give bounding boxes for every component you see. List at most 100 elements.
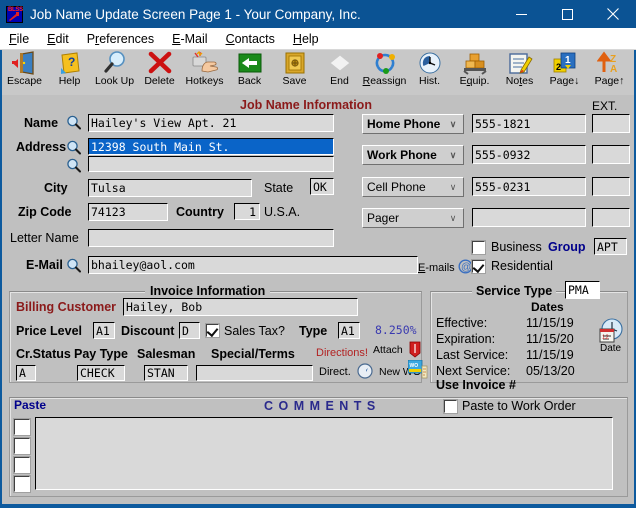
phone-ext-input-3[interactable] [592,208,630,227]
menu-edit[interactable]: Edit [38,32,78,46]
attach-label: Attach [373,344,403,356]
toolbar-button-save[interactable]: Save [272,50,317,95]
city-label: City [44,181,68,195]
salesman-input[interactable]: STAN [144,365,188,381]
work-order-icon[interactable]: WO [408,360,428,380]
menu-email[interactable]: E-Mail [163,32,216,46]
sales-tax-checkbox[interactable] [205,323,220,338]
discount-input[interactable]: D [179,322,200,339]
toolbar-button-hist[interactable]: Hist. [407,50,452,95]
special-terms-label: Special/Terms [211,347,295,361]
menu-file[interactable]: File [0,32,38,46]
toolbar-button-page-down-2[interactable]: A Z Page↓ [632,50,636,95]
phone-number-input-2[interactable]: 555-0231 [472,177,586,196]
toolbar-button-end[interactable]: End [317,50,362,95]
zip-code-input[interactable]: 74123 [88,203,168,221]
phone-ext-input-1[interactable] [592,145,630,164]
name-lookup-icon[interactable] [66,115,81,130]
paste-button-2[interactable] [13,456,31,474]
phone-type-select-1[interactable]: Work Phone ∨ [362,145,464,165]
phone-type-select-0[interactable]: Home Phone ∨ [362,114,464,134]
residential-checkbox[interactable] [471,259,486,274]
menu-help[interactable]: Help [284,32,328,46]
phone-type-label-0: Home Phone [367,117,441,131]
toolbar-button-escape[interactable]: Escape [2,50,47,95]
toolbar-label-notes: Notes [505,75,534,87]
phone-type-select-2[interactable]: Cell Phone ∨ [362,177,464,197]
cr-status-input[interactable]: A [16,365,36,381]
svg-text:12: 12 [602,335,609,341]
menu-contacts[interactable]: Contacts [217,32,284,46]
group-label: Group [548,240,586,254]
toolbar-button-delete[interactable]: Delete [137,50,182,95]
window-controls [498,0,636,28]
email-lookup-icon[interactable] [66,258,81,273]
country-input[interactable]: 1 [234,203,260,220]
address-lookup-icon[interactable] [66,140,81,155]
address2-lookup-icon[interactable] [66,158,81,173]
special-terms-input[interactable] [196,365,313,381]
maximize-button[interactable] [544,0,590,28]
calendar-clock-icon[interactable]: 12 [597,317,625,345]
phone-type-select-3[interactable]: Pager ∨ [362,208,464,228]
directions-label[interactable]: Directions! [316,347,368,359]
emails-link-label[interactable]: E-mails [418,262,455,274]
address-line1-input[interactable]: 12398 South Main St. [88,138,334,155]
toolbar-button-page-up[interactable]: Z A Page↑ [587,50,632,95]
email-input[interactable]: bhailey@aol.com [88,256,418,274]
compass-icon[interactable] [357,363,373,379]
comments-textarea[interactable] [35,417,613,490]
toolbar-label-end: End [330,75,349,87]
letter-name-input[interactable] [88,229,334,247]
toolbar-button-equip[interactable]: Equip. [452,50,497,95]
safe-vault-icon [282,51,308,76]
paste-button-0[interactable] [13,418,31,436]
minimize-button[interactable] [498,0,544,28]
menu-preferences[interactable]: Preferences [78,32,163,46]
at-sign-icon[interactable]: @ [458,259,473,274]
toolbar-label-delete: Delete [144,75,175,87]
address-line2-input[interactable] [88,156,334,172]
phone-type-label-1: Work Phone [367,148,437,162]
red-clip-icon[interactable] [409,341,421,358]
name-input[interactable]: Hailey's View Apt. 21 [88,114,334,132]
svg-text:1: 1 [565,55,571,66]
type-input[interactable]: A1 [338,322,360,339]
toolbar-button-hotkeys[interactable]: Hotkeys [182,50,227,95]
phone-number-input-1[interactable]: 555-0932 [472,145,586,164]
state-input[interactable]: OK [310,178,334,195]
city-input[interactable]: Tulsa [88,179,252,197]
paste-to-work-order-checkbox[interactable] [443,399,458,414]
close-button[interactable] [590,0,636,28]
phone-type-label-3: Pager [367,211,400,225]
toolbar-button-notes[interactable]: Notes [497,50,542,95]
paste-button-3[interactable] [13,475,31,493]
toolbar-label-equip: Equip. [459,75,490,87]
toolbar-button-back[interactable]: Back [227,50,272,95]
close-icon [607,8,619,20]
billing-customer-input[interactable]: Hailey, Bob [123,298,358,316]
phone-ext-input-0[interactable] [592,114,630,133]
toolbar-button-help[interactable]: ? Help [47,50,92,95]
phone-number-input-3[interactable] [472,208,586,227]
paste-button-1[interactable] [13,437,31,455]
group-input[interactable]: APT [594,238,627,255]
toolbar-button-look-up[interactable]: Look Up [92,50,137,95]
address-label: Address [16,140,67,154]
service-type-input[interactable]: PMA [565,281,600,299]
notepad-pencil-icon [507,51,533,76]
toolbar-button-page-down-1[interactable]: 2 1 Page↓ [542,50,587,95]
white-diamond-icon [327,51,353,76]
effective-label: Effective: [436,316,488,330]
phone-ext-input-2[interactable] [592,177,630,196]
business-group-checkbox[interactable] [471,240,486,255]
invoice-information-title: Invoice Information [145,284,271,298]
toolbar-button-reassign[interactable]: Reassign [362,50,407,95]
title-bar: BLSS Job Name Update Screen Page 1 - You… [0,0,636,28]
chevron-down-icon: ∨ [449,212,457,223]
red-arrow-icon [9,11,19,21]
pay-type-input[interactable]: CHECK [77,365,125,381]
magnifier-icon [102,51,128,76]
phone-number-input-0[interactable]: 555-1821 [472,114,586,133]
price-level-input[interactable]: A1 [93,322,115,339]
